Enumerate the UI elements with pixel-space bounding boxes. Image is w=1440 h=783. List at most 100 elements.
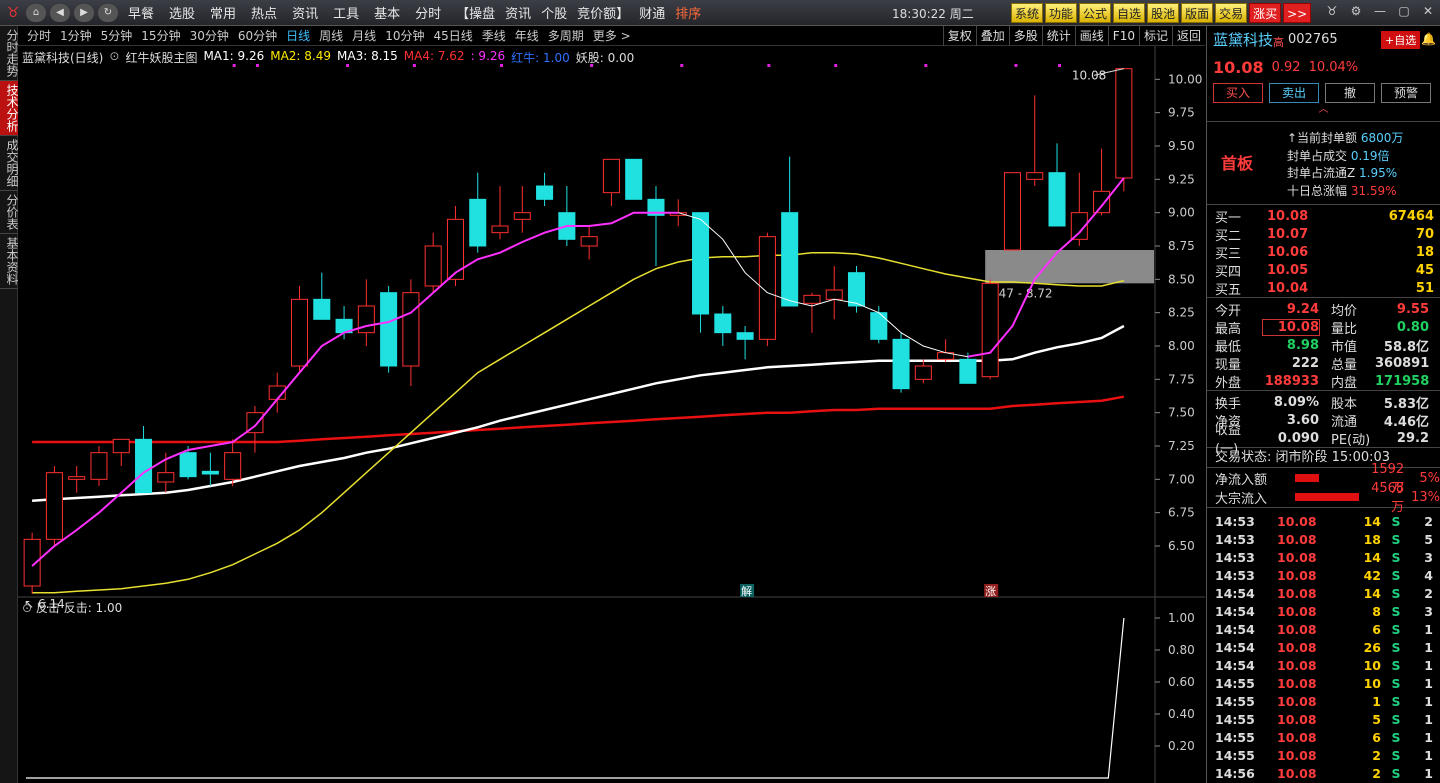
menu2-item-0[interactable]: 【操盘 [456, 3, 495, 22]
maximize-icon[interactable]: ▢ [1392, 4, 1416, 18]
tick-tp: 10.08 [1277, 585, 1317, 601]
menu2-item-4[interactable]: 财通 [639, 3, 665, 22]
settings-icon[interactable]: ⚙ [1344, 4, 1368, 18]
close-icon[interactable]: ✕ [1416, 4, 1440, 18]
stats1-label: 外盘 [1215, 375, 1242, 391]
menu-item-4[interactable]: 资讯 [292, 3, 318, 22]
tick-ts: S [1391, 711, 1401, 727]
left-tab-1[interactable]: 技术分析 [0, 81, 19, 136]
flow-bar [1294, 493, 1360, 501]
stock-name: 蓝黛科技 [1213, 31, 1274, 49]
sub-indicator-line [26, 617, 1125, 779]
stats1-row-1: 最高 10.08 量比 0.80 [1207, 318, 1440, 337]
menu-item-1[interactable]: 选股 [169, 3, 195, 22]
menu2-item-2[interactable]: 个股 [541, 3, 567, 22]
tick-tn: 1 [1424, 711, 1433, 727]
tick-ts: S [1391, 765, 1401, 781]
stats1-value: 8.98 [1286, 337, 1319, 353]
add-watchlist-button[interactable]: +自选 [1381, 31, 1421, 49]
menu2-item-1[interactable]: 资讯 [505, 3, 531, 22]
menu2-item-3[interactable]: 竞价额】 [577, 3, 629, 22]
tick-row: 14:55 10.08 2 S 1 [1207, 746, 1440, 764]
skin-icon[interactable]: ♉ [1320, 4, 1344, 18]
candle-body [914, 365, 932, 380]
stats2-value2: 5.83亿 [1383, 396, 1429, 412]
func-button-5[interactable]: 版面 [1181, 3, 1214, 23]
candle-body [45, 472, 63, 540]
tick-tv: 8 [1372, 603, 1381, 619]
candle-body [157, 472, 175, 483]
func-button-3[interactable]: 自选 [1113, 3, 1146, 23]
kline-svg[interactable]: 10.00 9.75 9.50 9.25 9.00 8.75 8.50 8.25 8.00 7.7… [18, 26, 1205, 783]
left-tab-0[interactable]: 分时走势 [0, 26, 19, 81]
tick-tp: 10.08 [1277, 693, 1317, 709]
tick-row: 14:54 10.08 8 S 3 [1207, 602, 1440, 620]
order-label: 买二 [1215, 228, 1242, 244]
stats1-label: 最低 [1215, 339, 1242, 355]
stats1-value2: 360891 [1375, 355, 1430, 371]
stats2-label2: 流通 [1331, 414, 1358, 430]
func-button-2[interactable]: 公式 [1079, 3, 1112, 23]
ma2-line [32, 251, 1125, 594]
func-button-1[interactable]: 功能 [1045, 3, 1078, 23]
bull-logo-icon[interactable]: ♉ [0, 0, 26, 26]
sub-axis-label: 1.00 [1168, 611, 1195, 625]
menu-item-2[interactable]: 常用 [210, 3, 236, 22]
menu-sort[interactable]: 排序 [675, 3, 701, 22]
tick-tt: 14:55 [1215, 675, 1255, 691]
tick-list[interactable]: 14:53 10.08 14 S 2 14:53 10.08 18 S 5 14:53 10.08 14… [1207, 507, 1440, 782]
menu-item-7[interactable]: 分时 [415, 3, 441, 22]
menu-item-5[interactable]: 工具 [333, 3, 359, 22]
tick-tp: 10.08 [1277, 567, 1317, 583]
back-icon[interactable]: ◀ [50, 3, 70, 22]
minimize-icon[interactable]: — [1368, 4, 1392, 18]
quote-stats: 今开 9.24 均价 9.55 最高 10.08 量比 0.80 最低 8.98 市值 58.8亿 现量… [1207, 297, 1440, 391]
left-tab-2[interactable]: 成交明细 [0, 136, 19, 191]
ma1-pink-line [31, 211, 679, 567]
candle-body [135, 438, 153, 494]
candle-body [469, 198, 487, 247]
ma4-value: MA4: 7.62 [403, 49, 465, 63]
price-change-pct: 10.04% [1308, 59, 1359, 75]
refresh-icon[interactable]: ↻ [98, 3, 118, 22]
sub-settings-icon[interactable]: ⊙ [22, 601, 36, 615]
menu-item-3[interactable]: 热点 [251, 3, 277, 22]
cancel-order-button[interactable]: 撤 [1325, 83, 1375, 103]
sell-button[interactable]: 卖出 [1269, 83, 1319, 103]
left-tab-4[interactable]: 基本资料 [0, 234, 19, 289]
seal-row-3: 十日总涨幅 31.59% [1287, 183, 1403, 201]
func-button-0[interactable]: 系统 [1011, 3, 1044, 23]
home-icon[interactable]: ⌂ [26, 3, 46, 22]
tick-tt: 14:53 [1215, 531, 1255, 547]
price-axis-label: 8.00 [1168, 339, 1195, 353]
func-button-8[interactable]: >> [1283, 3, 1312, 23]
indicator-name[interactable]: 红牛妖股主图 [125, 49, 197, 66]
stats1-value: 222 [1291, 355, 1319, 371]
stock-code: 002765 [1288, 32, 1338, 47]
func-button-7[interactable]: 涨买 [1249, 3, 1282, 23]
tick-tt: 14:53 [1215, 513, 1255, 529]
order-volume: 18 [1415, 244, 1434, 260]
tick-row: 14:55 10.08 5 S 1 [1207, 710, 1440, 728]
alert-bell-icon[interactable]: 🔔 [1421, 32, 1436, 46]
forward-icon[interactable]: ▶ [74, 3, 94, 22]
price-alert-button[interactable]: 预警 [1381, 83, 1431, 103]
tick-tp: 10.08 [1277, 765, 1317, 781]
tick-tt: 14:54 [1215, 639, 1255, 655]
collapse-chevron-icon[interactable]: ︿ [1207, 105, 1440, 115]
menu-item-6[interactable]: 基本 [374, 3, 400, 22]
menu-item-0[interactable]: 早餐 [128, 3, 154, 22]
candle-body [513, 212, 531, 220]
indicator-settings-icon[interactable]: ⊙ [109, 49, 119, 66]
tick-tt: 14:55 [1215, 729, 1255, 745]
tick-ts: S [1391, 513, 1401, 529]
func-button-4[interactable]: 股池 [1147, 3, 1180, 23]
candle-body [714, 313, 732, 334]
candle-body [491, 225, 509, 234]
stats2-value: 3.60 [1286, 412, 1319, 428]
sub-axis-label: 0.20 [1168, 739, 1195, 753]
func-button-6[interactable]: 交易 [1215, 3, 1248, 23]
candle-body [23, 538, 41, 587]
left-tab-3[interactable]: 分价表 [0, 191, 19, 234]
buy-button[interactable]: 买入 [1213, 83, 1263, 103]
